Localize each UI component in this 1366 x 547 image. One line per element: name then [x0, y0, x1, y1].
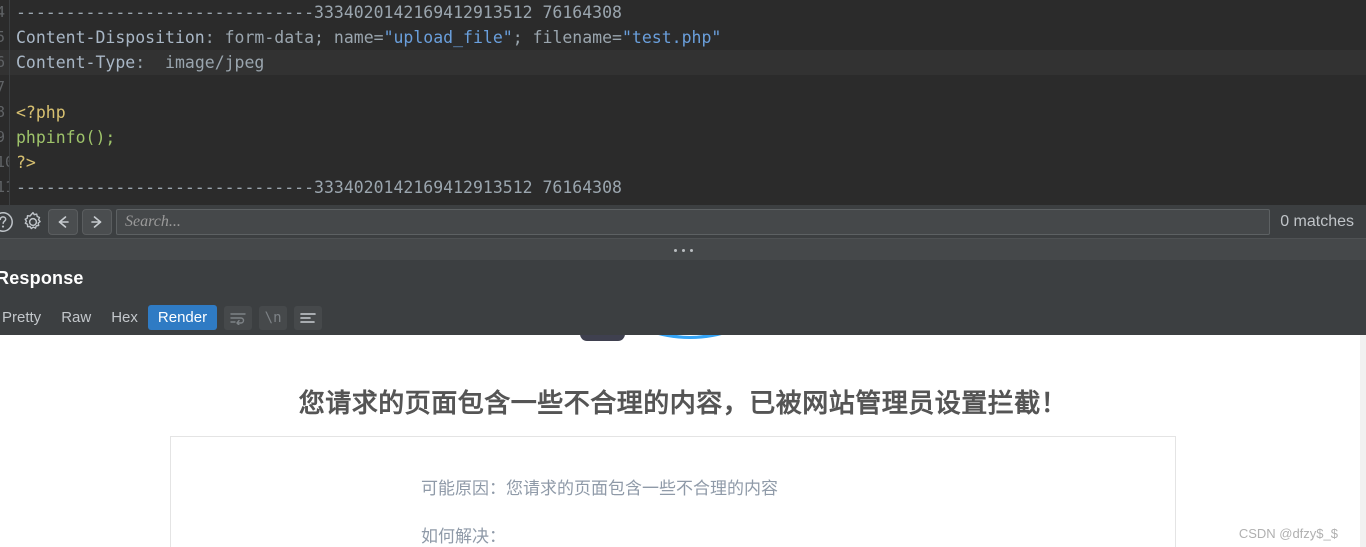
code-token: : image/jpeg [135, 53, 265, 72]
csdn-watermark: CSDN @dfzy$_$ [1238, 526, 1338, 541]
tab-hex[interactable]: Hex [101, 305, 148, 330]
newline-glyph: \n [264, 309, 282, 326]
code-line-number: 4 [0, 0, 10, 25]
blocked-reason-text: 可能原因：您请求的页面包含一些不合理的内容 [421, 479, 778, 499]
code-token: Content-Type [16, 53, 136, 72]
code-line-number: 6 [0, 50, 10, 75]
code-line-number: 8 [0, 100, 10, 125]
search-matches-count: 0 matches [1280, 212, 1354, 230]
drag-handle-dots-icon[interactable] [673, 248, 693, 252]
search-prev-button[interactable] [48, 208, 78, 235]
code-line: 5Content-Disposition: form-data; name="u… [0, 25, 1366, 50]
response-panel-title: Response [0, 268, 84, 288]
code-line: 10 ?> [0, 150, 1366, 175]
code-token: <?php [16, 103, 66, 122]
blocked-page-title: 您请求的页面包含一些不合理的内容，已被网站管理员设置拦截！ [298, 389, 1068, 419]
code-token: "upload_file" [383, 28, 513, 47]
response-view-tabs: Pretty Raw Hex Render \n [0, 305, 323, 330]
question-mark-icon[interactable] [0, 209, 18, 235]
code-line-number: 5 [0, 25, 10, 50]
code-line-number: 10 [0, 150, 10, 175]
search-input-placeholder: Search... [125, 212, 181, 230]
code-line-number: 9 [0, 125, 10, 150]
gear-icon[interactable] [18, 209, 48, 235]
code-line: 7 [0, 75, 1366, 100]
search-input[interactable]: Search... [116, 208, 1271, 235]
code-token: ------------------------------3334020142… [16, 3, 622, 22]
code-token: phpinfo() [16, 128, 106, 147]
code-token: : form-data; name= [204, 28, 384, 47]
code-line-text: <?php [10, 100, 66, 125]
tab-pretty[interactable]: Pretty [0, 305, 51, 330]
code-line: 6Content-Type: image/jpeg [0, 50, 1366, 75]
response-panel: Response Pretty Raw Hex Render \n [0, 260, 1366, 335]
code-line-text: ------------------------------3334020142… [10, 175, 622, 200]
code-line-text: Content-Disposition: form-data; name="up… [10, 25, 721, 50]
code-line: 8 <?php [0, 100, 1366, 125]
tab-render[interactable]: Render [147, 305, 218, 330]
render-vertical-scrollbar[interactable] [1360, 335, 1366, 547]
tab-raw[interactable]: Raw [51, 305, 101, 330]
word-wrap-icon[interactable] [224, 305, 253, 330]
search-next-button[interactable] [82, 208, 112, 235]
request-code-editor[interactable]: 4 ------------------------------333402014… [0, 0, 1366, 205]
code-line-text: ------------------------------3334020142… [10, 0, 622, 25]
editor-search-bar: Search... 0 matches [0, 205, 1366, 238]
code-line: 11 ------------------------------33340201… [0, 175, 1366, 200]
blocked-solution-text: 如何解决： [421, 527, 506, 547]
code-line-number: 7 [0, 75, 10, 100]
code-token: ; [105, 128, 116, 147]
logo-dark-shape-icon [580, 335, 625, 341]
request-code-lines: 4 ------------------------------333402014… [0, 0, 1366, 205]
code-line-text: phpinfo(); [10, 125, 115, 150]
blocked-info-card: 可能原因：您请求的页面包含一些不合理的内容 如何解决： [170, 436, 1176, 547]
panel-divider[interactable] [0, 238, 1366, 261]
code-token: "test.php" [621, 28, 722, 47]
rendered-response-page: 您请求的页面包含一些不合理的内容，已被网站管理员设置拦截！ 可能原因：您请求的页… [0, 335, 1366, 547]
code-line-text: Content-Type: image/jpeg [10, 50, 264, 75]
clipped-logo-graphic [0, 335, 1366, 345]
code-line-number: 11 [0, 175, 10, 200]
code-line: 4 ------------------------------333402014… [0, 0, 1366, 25]
line-format-icon[interactable] [294, 305, 323, 330]
code-token: ; filename= [512, 28, 622, 47]
code-line-text: ?> [10, 150, 36, 175]
code-line: 9phpinfo(); [0, 125, 1366, 150]
code-token: ------------------------------3334020142… [16, 178, 622, 197]
code-token: Content-Disposition [16, 28, 205, 47]
newline-icon[interactable]: \n [259, 305, 288, 330]
code-token: ?> [16, 153, 36, 172]
